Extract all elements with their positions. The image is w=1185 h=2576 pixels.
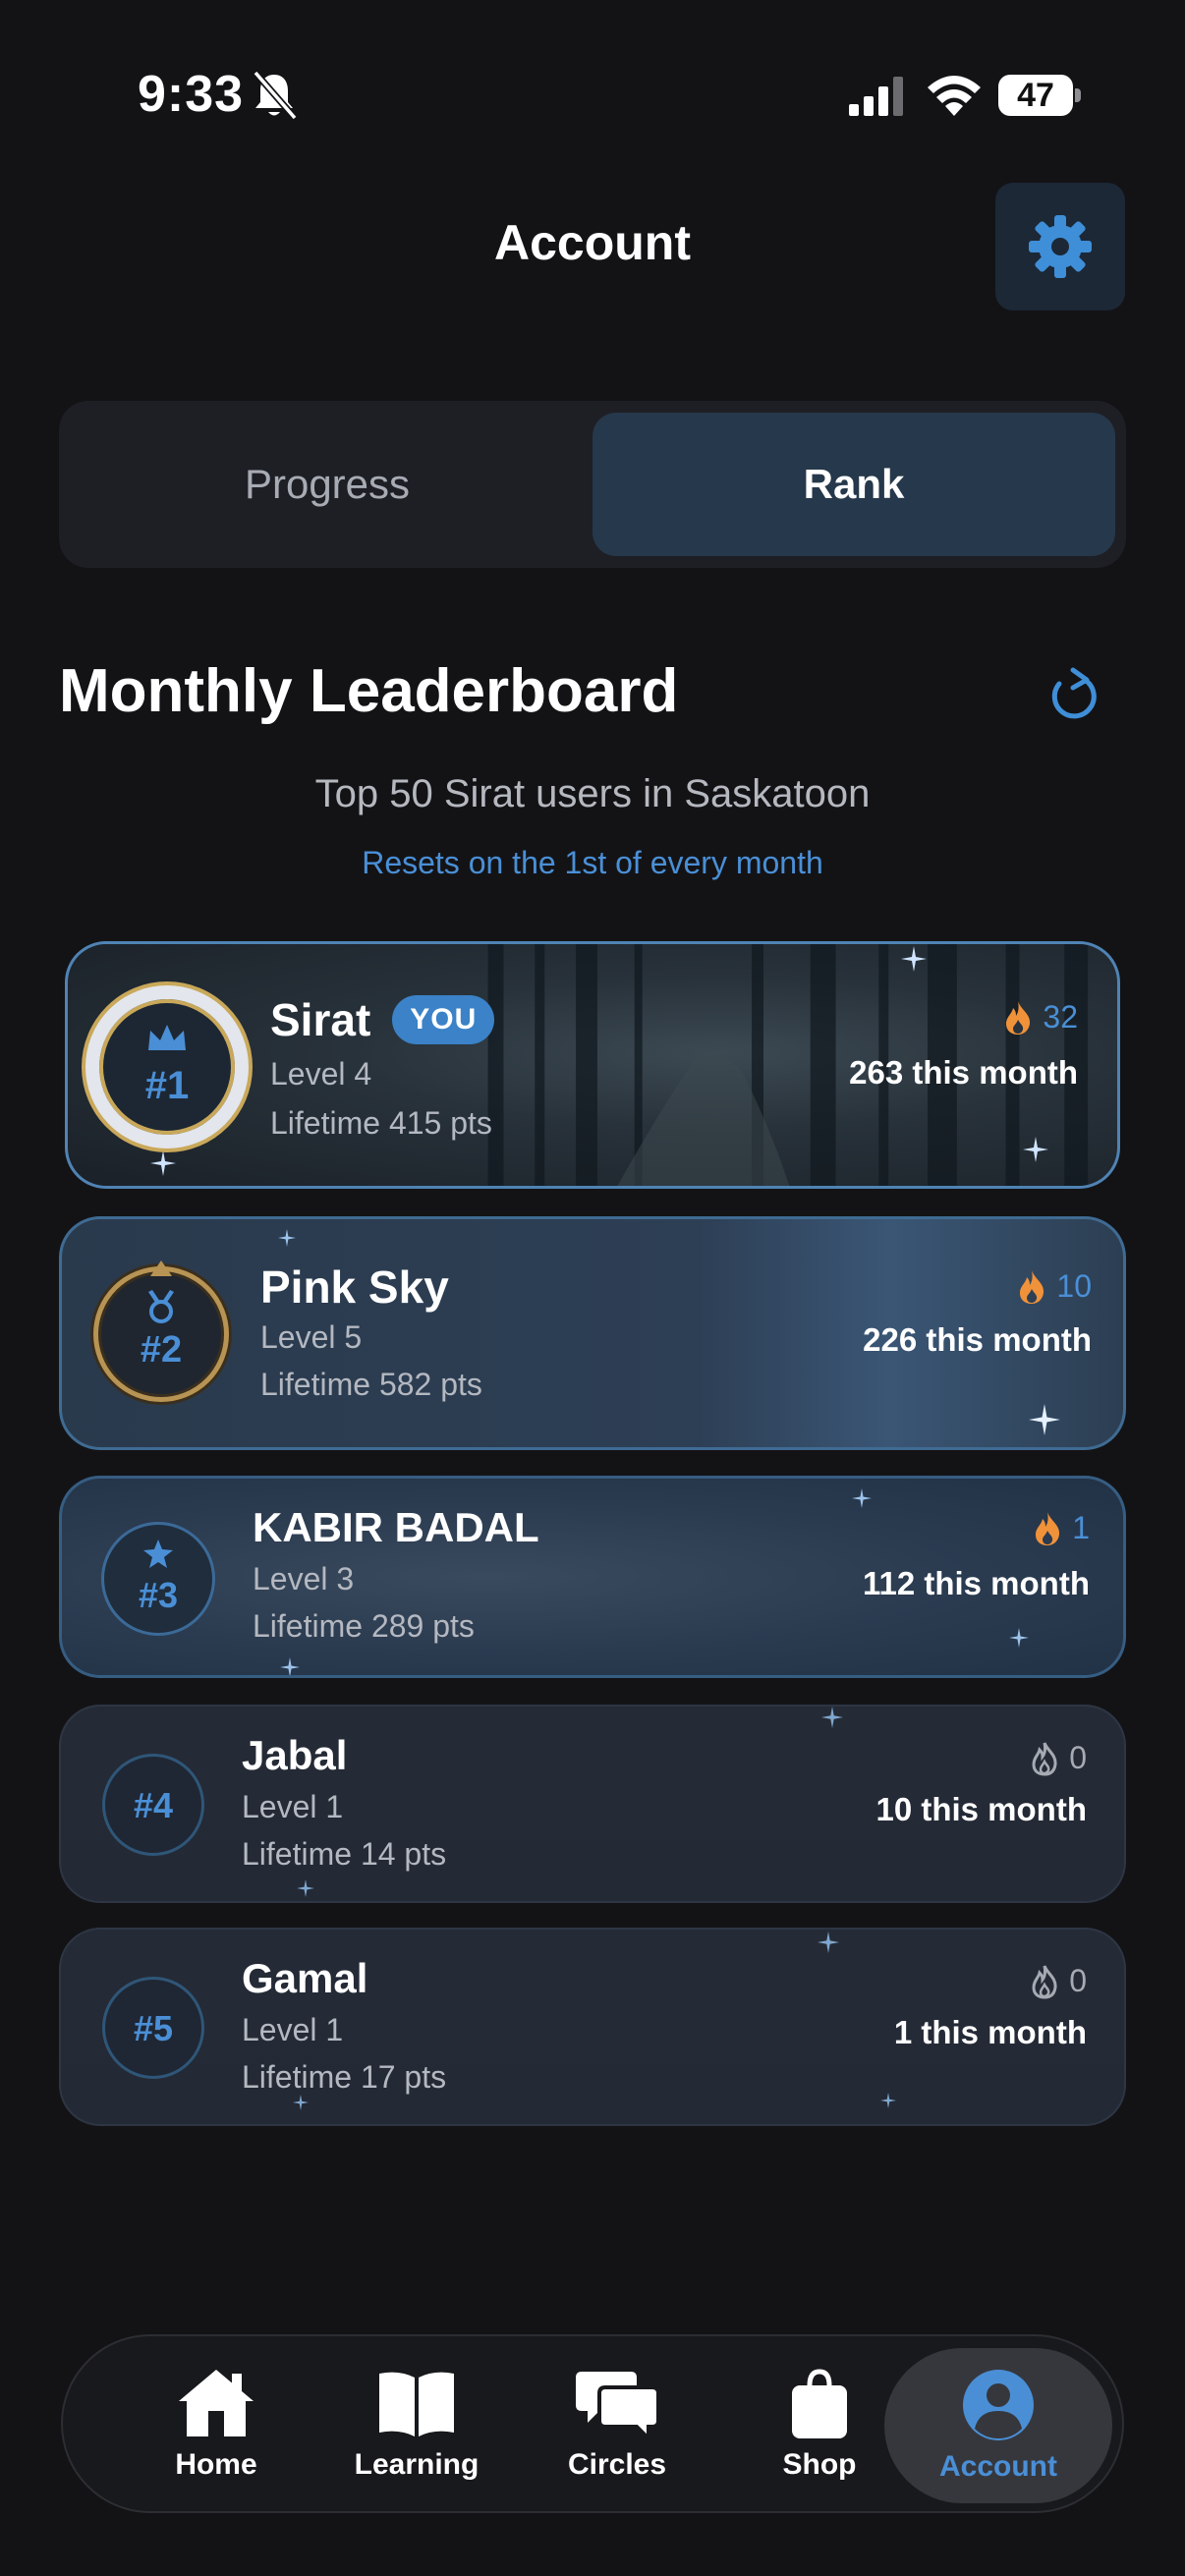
rank-badge-4: #4 [102,1754,204,1856]
rank-number: #3 [138,1575,179,1615]
sparkle-icon [1029,1404,1060,1435]
flame-icon [1006,1000,1031,1035]
user-level: Level 4 [270,1056,372,1092]
sparkle-icon [852,1488,872,1508]
nav-shop[interactable]: Shop [731,2336,908,2511]
flame-outline-icon [1032,1741,1057,1776]
user-level: Level 3 [253,1561,355,1596]
flame-icon [1020,1269,1044,1304]
user-lifetime-points: Lifetime 415 pts [270,1105,492,1141]
nav-label: Learning [354,2448,480,2481]
rank-number: #2 [140,1329,183,1371]
person-circle-icon [963,2370,1034,2440]
segmented-control: Progress Rank [59,401,1126,568]
sparkle-icon [297,1879,314,1897]
tab-progress[interactable]: Progress [71,413,584,556]
leaderboard-subtitle: Top 50 Sirat users in Saskatoon [314,772,871,815]
user-lifetime-points: Lifetime 14 pts [242,1836,447,1872]
you-badge: YOU [392,995,495,1044]
sparkle-icon [1023,1137,1048,1162]
rank-number: #5 [133,2008,174,2048]
status-time: 9:33 [138,66,245,123]
monthly-points: 10 this month [875,1791,1087,1827]
flame-icon [1036,1511,1060,1545]
user-lifetime-points: Lifetime 289 pts [253,1608,475,1644]
leaderboard-entry-5[interactable]: #5 Gamal Level 1 Lifetime 17 pts 0 1 thi… [59,1928,1126,2126]
nav-account[interactable]: Account [884,2348,1112,2503]
bell-slash-icon [253,71,297,120]
rank-badge-2: #2 [89,1260,233,1408]
streak-count: 32 [1043,999,1078,1035]
nav-label: Home [175,2448,257,2481]
sparkle-icon [818,1932,839,1953]
leaderboard-title: Monthly Leaderboard [59,657,679,725]
user-level: Level 1 [242,1789,344,1824]
sparkle-icon [280,1657,300,1675]
leaderboard-entry-2[interactable]: #2 Pink Sky Level 5 Lifetime 582 pts 10 … [59,1216,1126,1450]
monthly-points: 263 this month [849,1054,1078,1091]
nav-circles[interactable]: Circles [529,2336,705,2511]
sparkle-icon [278,1229,296,1247]
leaderboard-entry-1[interactable]: #1 Sirat YOU Level 4 Lifetime 415 pts 32… [65,941,1120,1189]
streak-count: 0 [1069,1740,1087,1775]
nav-learning[interactable]: Learning [328,2336,505,2511]
sparkle-icon [821,1707,843,1728]
settings-button[interactable] [995,183,1125,310]
gear-icon [1029,215,1092,278]
status-bar: 9:33 47 [0,0,1185,187]
home-icon [179,2370,254,2436]
user-name: Sirat [270,994,371,1045]
leaderboard-reset-note: Resets on the 1st of every month [362,845,823,880]
shopping-bag-icon [792,2369,847,2438]
battery-level: 47 [1017,77,1054,114]
streak-count: 10 [1056,1268,1092,1304]
user-name: KABIR BADAL [253,1504,539,1550]
rank-number: #1 [144,1064,190,1107]
user-name: Pink Sky [260,1261,449,1313]
sparkle-icon [901,946,927,972]
monthly-points: 226 this month [863,1321,1092,1358]
chat-bubbles-icon [576,2372,658,2440]
sparkle-icon [293,2095,309,2110]
monthly-points: 1 this month [893,2014,1087,2050]
rank-number: #4 [133,1785,174,1825]
user-name: Jabal [242,1732,348,1778]
streak-count: 0 [1069,1963,1087,1998]
user-level: Level 5 [260,1319,363,1355]
rank-badge-5: #5 [102,1977,204,2079]
user-name: Gamal [242,1955,368,2001]
cellular-signal-icon [849,77,903,116]
nav-label: Account [939,2450,1057,2483]
nav-home[interactable]: Home [128,2336,305,2511]
star-icon [143,1540,173,1568]
crest-icon [150,1260,172,1276]
book-icon [379,2372,454,2436]
sparkle-icon [1009,1628,1029,1648]
wifi-icon [928,76,981,116]
streak-count: 1 [1072,1510,1090,1545]
sparkle-icon [880,2093,896,2108]
rank-badge-1: #1 [85,985,249,1148]
leaderboard-entry-3[interactable]: #3 KABIR BADAL Level 3 Lifetime 289 pts … [59,1476,1126,1678]
monthly-points: 112 this month [862,1565,1090,1601]
tab-rank[interactable]: Rank [592,413,1115,556]
user-level: Level 1 [242,2012,344,2047]
crown-icon [148,1025,186,1050]
nav-label: Circles [567,2448,667,2481]
battery-indicator: 47 [998,75,1081,116]
medal-icon [148,1290,174,1323]
sparkle-icon [150,1150,176,1176]
bottom-nav: Home Learning Circles Shop Account [61,2334,1124,2513]
refresh-icon[interactable] [1045,664,1100,723]
flame-outline-icon [1032,1964,1057,1999]
rank-badge-3: #3 [101,1522,215,1636]
nav-label: Shop [782,2448,857,2481]
leaderboard-entry-4[interactable]: #4 Jabal Level 1 Lifetime 14 pts 0 10 th… [59,1705,1126,1903]
user-lifetime-points: Lifetime 17 pts [242,2059,447,2095]
user-lifetime-points: Lifetime 582 pts [260,1367,482,1402]
